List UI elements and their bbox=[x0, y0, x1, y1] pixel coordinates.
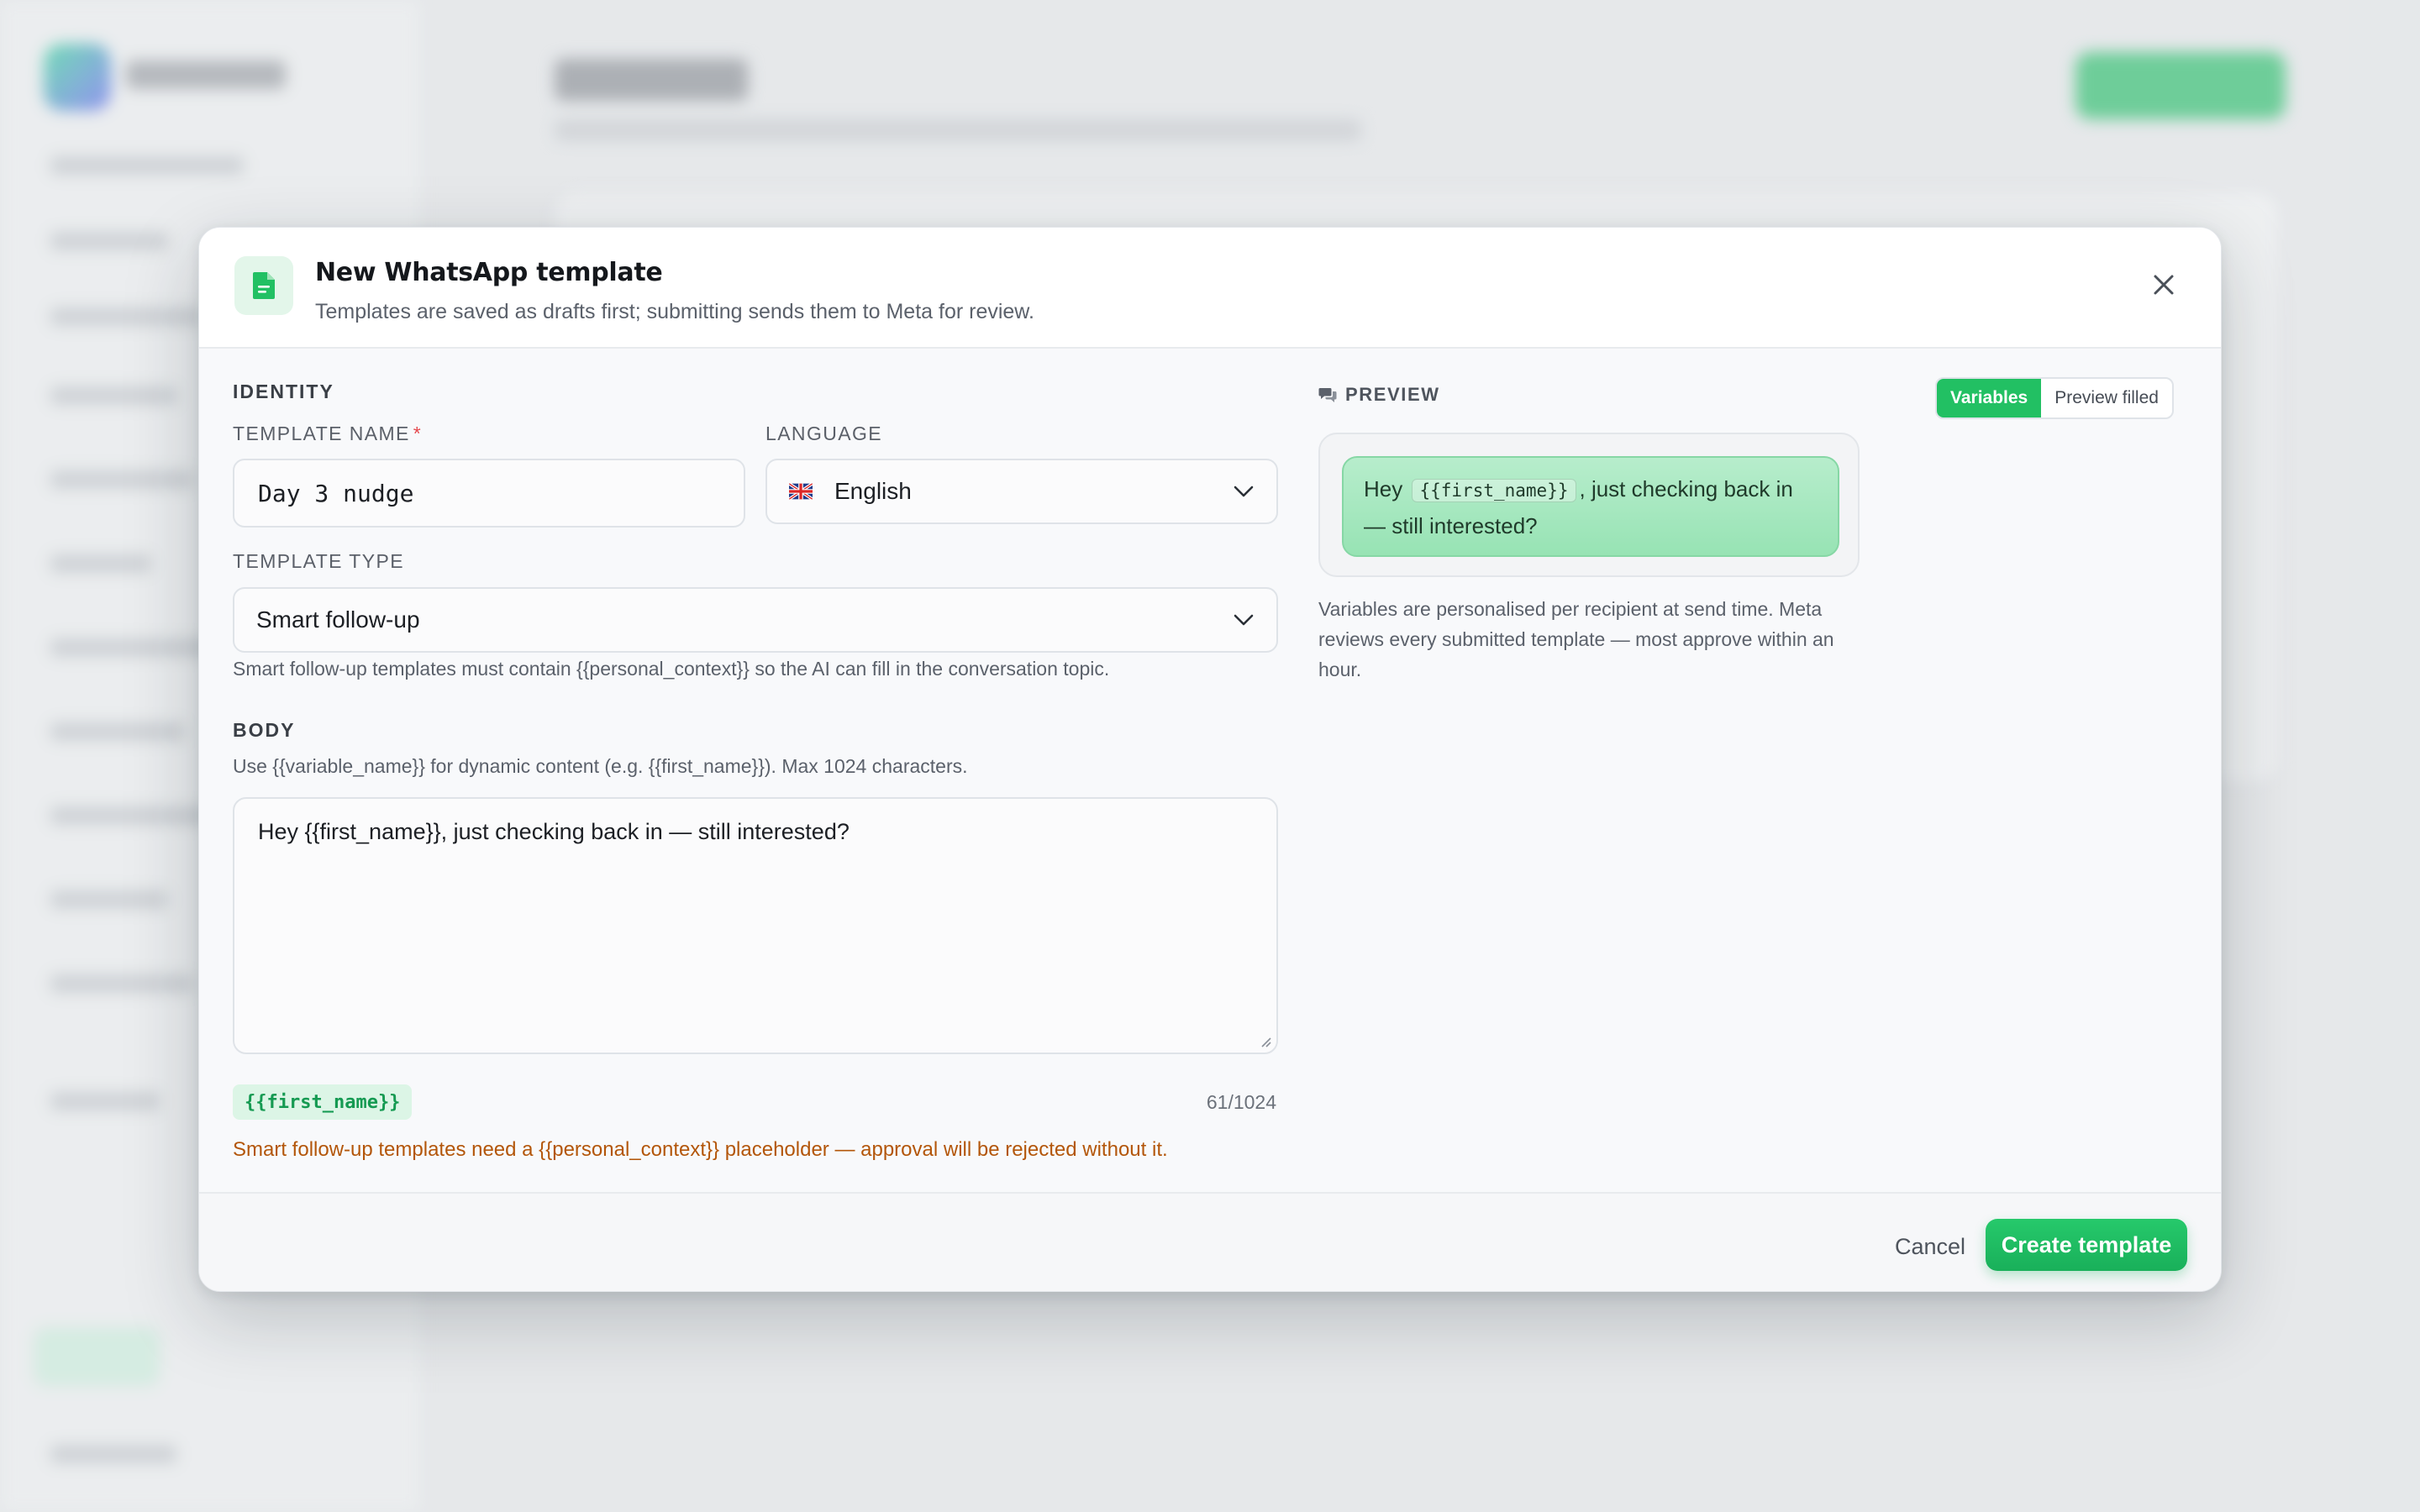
body-textarea[interactable]: Hey {{first_name}}, just checking back i… bbox=[233, 797, 1278, 1054]
preview-mode-toggle: Variables Preview filled bbox=[1935, 377, 2174, 419]
dialog-header: New WhatsApp template Templates are save… bbox=[199, 228, 2221, 349]
body-help: Use {{variable_name}} for dynamic conten… bbox=[233, 755, 968, 777]
preview-label: PREVIEW bbox=[1345, 384, 1440, 405]
preview-note: Variables are personalised per recipient… bbox=[1318, 598, 1834, 680]
language-value: English bbox=[834, 478, 912, 504]
dialog-subtitle: Templates are saved as drafts first; sub… bbox=[315, 300, 1034, 323]
required-marker: * bbox=[413, 423, 423, 444]
template-name-label: TEMPLATE NAME * bbox=[233, 423, 423, 444]
bubble-text-start: Hey bbox=[1364, 476, 1403, 501]
message-preview-frame: Hey {{first_name}}, just checking back i… bbox=[1318, 433, 1860, 577]
document-icon bbox=[234, 256, 293, 315]
preview-header: PREVIEW bbox=[1318, 384, 1440, 406]
template-name-input[interactable]: Day 3 nudge bbox=[233, 459, 745, 528]
create-template-button[interactable]: Create template bbox=[1986, 1219, 2187, 1271]
language-label: LANGUAGE bbox=[765, 423, 883, 444]
new-template-dialog: New WhatsApp template Templates are save… bbox=[198, 227, 2222, 1292]
template-type-label: TEMPLATE TYPE bbox=[233, 550, 404, 572]
body-section-label: BODY bbox=[233, 719, 296, 741]
dialog-footer: Cancel Create template bbox=[199, 1192, 2221, 1291]
dialog-title: New WhatsApp template bbox=[315, 258, 663, 287]
close-icon bbox=[2154, 275, 2174, 295]
cancel-button[interactable]: Cancel bbox=[1880, 1221, 1981, 1273]
approval-warning: Smart follow-up templates need a {{perso… bbox=[233, 1138, 1168, 1161]
resize-handle-icon[interactable] bbox=[1258, 1034, 1271, 1047]
chevron-down-icon bbox=[1234, 486, 1254, 497]
toggle-variables[interactable]: Variables bbox=[1937, 379, 2042, 417]
uk-flag-icon bbox=[789, 483, 813, 500]
language-select[interactable]: English bbox=[765, 459, 1278, 524]
template-name-value: Day 3 nudge bbox=[258, 479, 414, 507]
variable-chip[interactable]: {{first_name}} bbox=[233, 1084, 413, 1120]
chat-bubbles-icon bbox=[1318, 388, 1337, 402]
close-button[interactable] bbox=[2140, 261, 2187, 308]
template-type-help: Smart follow-up templates must contain {… bbox=[233, 658, 1110, 680]
identity-section-label: IDENTITY bbox=[233, 381, 334, 402]
template-type-value: Smart follow-up bbox=[256, 606, 420, 633]
bubble-variable: {{first_name}} bbox=[1412, 479, 1576, 502]
template-type-select[interactable]: Smart follow-up bbox=[233, 587, 1278, 653]
toggle-preview-filled[interactable]: Preview filled bbox=[2041, 379, 2172, 417]
character-counter: 61/1024 bbox=[1206, 1091, 1276, 1113]
chevron-down-icon bbox=[1234, 614, 1254, 626]
message-bubble: Hey {{first_name}}, just checking back i… bbox=[1342, 456, 1839, 557]
body-value: Hey {{first_name}}, just checking back i… bbox=[258, 819, 850, 844]
